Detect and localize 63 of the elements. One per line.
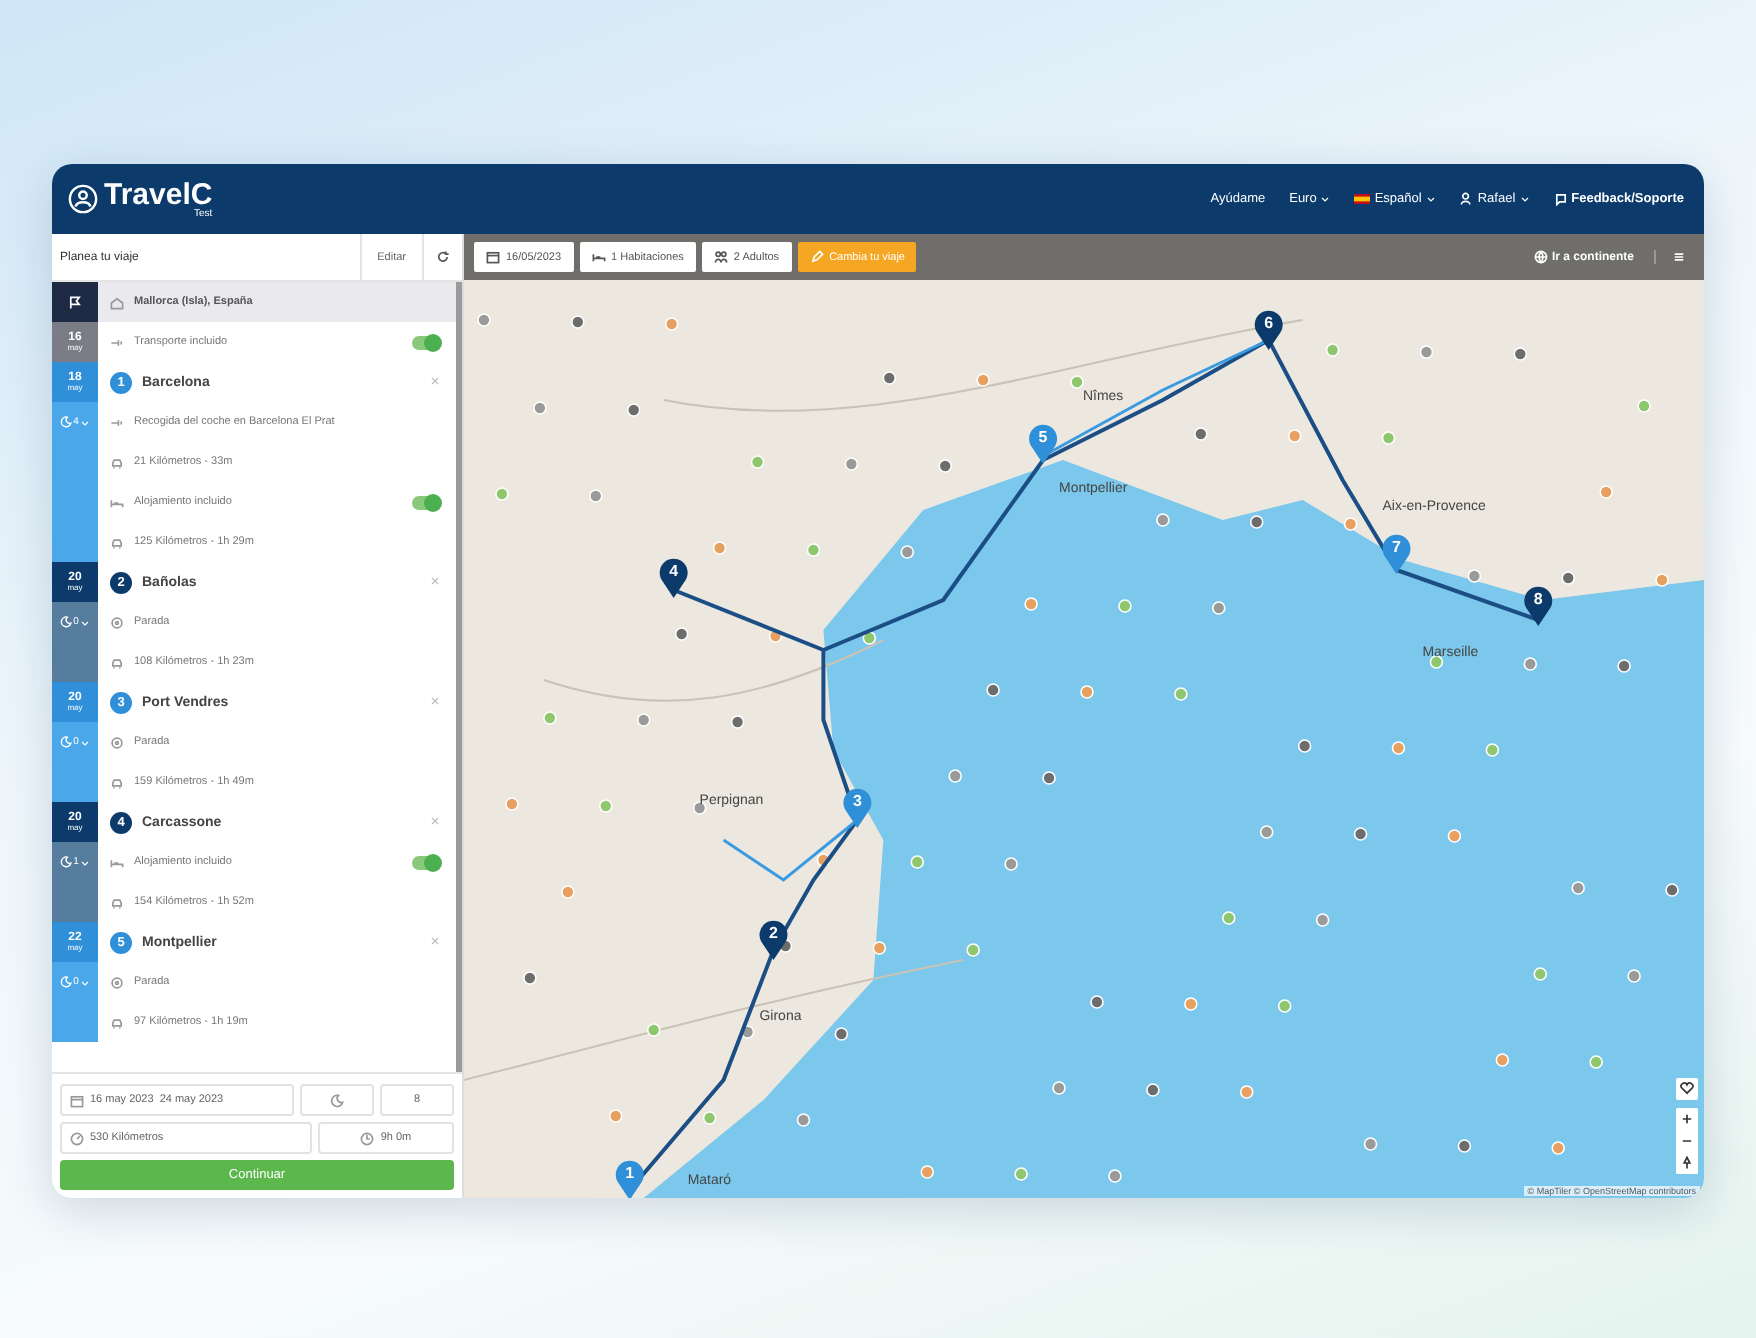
calendar-icon bbox=[70, 1093, 84, 1107]
toggle-switch[interactable] bbox=[412, 495, 440, 509]
chat-icon bbox=[1553, 192, 1568, 206]
toggle-switch[interactable] bbox=[412, 855, 440, 869]
moon-icon bbox=[59, 416, 72, 428]
map-pin[interactable]: 6 bbox=[1254, 310, 1283, 350]
moon-icon bbox=[59, 616, 72, 628]
location-icon bbox=[110, 735, 124, 749]
logo-icon bbox=[68, 184, 98, 214]
bed-icon bbox=[110, 495, 124, 509]
gauge-icon bbox=[70, 1131, 84, 1145]
car-icon bbox=[110, 1015, 124, 1029]
flag-icon bbox=[1354, 194, 1371, 204]
close-icon[interactable] bbox=[430, 575, 440, 589]
home-icon bbox=[110, 295, 124, 309]
chevron-down-icon bbox=[1425, 194, 1436, 204]
logo-text: TravelC bbox=[104, 179, 213, 209]
close-icon[interactable] bbox=[430, 375, 440, 389]
chevron-down-icon bbox=[80, 417, 91, 427]
car-icon bbox=[110, 655, 124, 669]
car-icon bbox=[110, 535, 124, 549]
refresh-icon bbox=[436, 250, 450, 264]
close-icon[interactable] bbox=[430, 695, 440, 709]
zoom-in-button[interactable] bbox=[1676, 1108, 1698, 1130]
pencil-icon bbox=[809, 250, 824, 264]
chevron-down-icon bbox=[80, 737, 91, 747]
clock-icon bbox=[360, 1131, 375, 1145]
heart-icon bbox=[1680, 1082, 1694, 1096]
nights-field[interactable] bbox=[300, 1084, 375, 1116]
location-icon bbox=[110, 975, 124, 989]
menu-icon bbox=[1671, 250, 1685, 264]
close-icon[interactable] bbox=[430, 815, 440, 829]
chevron-down-icon bbox=[80, 977, 91, 987]
compass-icon bbox=[1680, 1156, 1694, 1170]
people-icon bbox=[713, 250, 728, 264]
close-icon[interactable] bbox=[430, 935, 440, 949]
flag-icon bbox=[68, 295, 82, 309]
car-icon bbox=[110, 455, 124, 469]
date-column bbox=[52, 522, 98, 562]
moon-icon bbox=[59, 736, 72, 748]
moon-icon bbox=[330, 1093, 345, 1107]
chevron-down-icon bbox=[80, 857, 91, 867]
chevron-down-icon bbox=[1320, 194, 1331, 204]
user-icon bbox=[1459, 192, 1474, 206]
compass-button[interactable] bbox=[1676, 1152, 1698, 1174]
car-icon bbox=[110, 895, 124, 909]
layers-button[interactable] bbox=[1676, 1078, 1698, 1100]
plus-icon bbox=[1680, 1112, 1694, 1126]
toggle-switch[interactable] bbox=[412, 335, 440, 349]
moon-icon bbox=[59, 856, 72, 868]
chevron-down-icon bbox=[1519, 194, 1530, 204]
minus-icon bbox=[1680, 1134, 1694, 1148]
bed-icon bbox=[110, 855, 124, 869]
calendar-icon bbox=[486, 250, 500, 264]
globe-icon bbox=[1533, 250, 1548, 264]
chevron-down-icon bbox=[80, 617, 91, 627]
car-icon bbox=[110, 775, 124, 789]
location-icon bbox=[110, 615, 124, 629]
moon-icon bbox=[59, 976, 72, 988]
map-pin[interactable]: 8 bbox=[1524, 586, 1553, 626]
map-pin[interactable]: 2 bbox=[759, 920, 788, 960]
bed-icon bbox=[591, 250, 606, 264]
map-pin[interactable]: 4 bbox=[659, 558, 688, 598]
